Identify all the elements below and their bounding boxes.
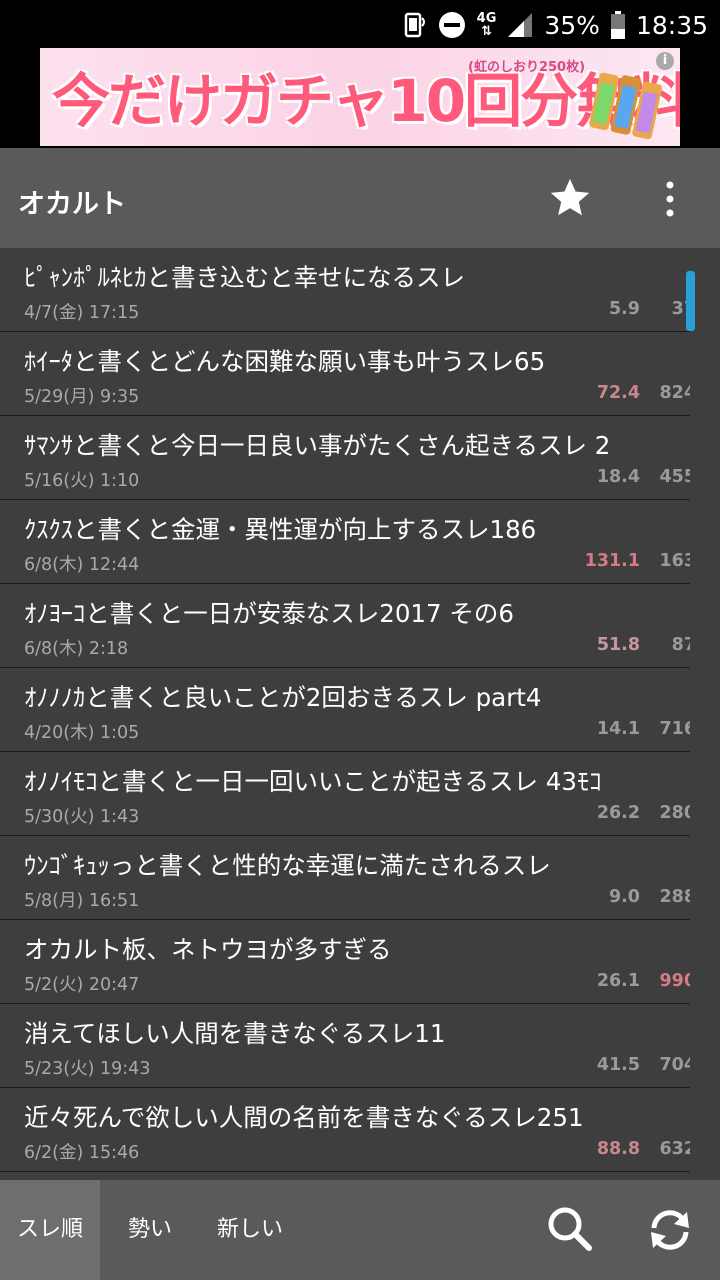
- thread-response-count: 990: [659, 971, 690, 991]
- thread-date: 5/29(月) 9:35: [24, 387, 140, 407]
- battery-icon: [610, 10, 626, 40]
- thread-date: 4/20(木) 1:05: [24, 723, 140, 743]
- thread-title: ｳﾝｺﾞｷｭｯっと書くと性的な幸運に満たされるスレ: [24, 851, 551, 880]
- thread-date: 5/23(火) 19:43: [24, 1059, 151, 1079]
- thread-row[interactable]: ｵﾉﾖｰｺと書くと一日が安泰なスレ2017 その6 6/8(木) 2:18 51.8…: [0, 584, 690, 668]
- ad-info-icon[interactable]: i: [656, 52, 674, 70]
- thread-date: 4/7(金) 17:15: [24, 303, 140, 323]
- thread-row[interactable]: 近々死んで欲しい人間の名前を書きなぐるスレ251 6/2(金) 15:46 88.8…: [0, 1088, 690, 1172]
- ad-subtext: (虹のしおり250枚): [468, 60, 586, 75]
- thread-title: ﾎｲｰﾀと書くとどんな困難な願い事も叶うスレ65: [24, 347, 546, 376]
- thread-row[interactable]: ﾋﾟｬﾝﾎﾟﾙﾈﾋｶと書き込むと幸せになるスレ 4/7(金) 17:15 5.9 37: [0, 248, 690, 332]
- app-toolbar: オカルト: [0, 148, 720, 248]
- thread-date: 6/2(金) 15:46: [24, 1143, 140, 1163]
- tab-label: スレ順: [16, 1217, 83, 1242]
- ticket-icon: [586, 64, 666, 142]
- thread-date: 5/2(火) 20:47: [24, 975, 140, 995]
- phone-vibrate-icon: [401, 10, 427, 40]
- thread-row[interactable]: ｵﾉﾉｲﾓｺと書くと一日一回いいことが起きるスレ 43ﾓｺ 5/30(火) 1:4…: [0, 752, 690, 836]
- signal-icon: [506, 11, 534, 39]
- thread-response-count: 824: [659, 383, 690, 403]
- thread-list[interactable]: ﾋﾟｬﾝﾎﾟﾙﾈﾋｶと書き込むと幸せになるスレ 4/7(金) 17:15 5.9 37…: [0, 248, 690, 1180]
- thread-response-count: 632: [659, 1139, 690, 1159]
- thread-speed: 5.9: [608, 299, 640, 319]
- tab-thread-order[interactable]: スレ順: [0, 1180, 100, 1280]
- thread-response-count: 704: [659, 1055, 690, 1075]
- thread-response-count: 163: [659, 551, 690, 571]
- thread-response-count: 288: [659, 887, 690, 907]
- refresh-icon[interactable]: [646, 1206, 694, 1258]
- thread-title: ｵﾉﾉﾉｶと書くと良いことが2回おきるスレ part4: [24, 683, 542, 712]
- thread-date: 5/30(火) 1:43: [24, 807, 140, 827]
- search-icon[interactable]: [545, 1204, 595, 1258]
- thread-response-count: 87: [671, 635, 690, 655]
- status-bar: 4G ⇅ 35% 18:35: [0, 0, 720, 48]
- thread-response-count: 37: [671, 299, 690, 319]
- board-title: オカルト: [18, 189, 126, 220]
- tab-label: 勢い: [127, 1217, 172, 1242]
- bottom-bar: スレ順 勢い 新しい: [0, 1180, 720, 1280]
- thread-speed: 26.1: [596, 971, 640, 991]
- thread-row[interactable]: ｻﾏﾝｻと書くと今日一日良い事がたくさん起きるスレ 2 5/16(火) 1:10 1…: [0, 416, 690, 500]
- thread-row[interactable]: 消えてほしい人間を書きなぐるスレ11 5/23(火) 19:43 41.5 704: [0, 1004, 690, 1088]
- thread-row[interactable]: ｳﾝｺﾞｷｭｯっと書くと性的な幸運に満たされるスレ 5/8(月) 16:51 9.0…: [0, 836, 690, 920]
- clock: 18:35: [635, 10, 708, 40]
- thread-response-count: 280: [659, 803, 690, 823]
- thread-date: 6/8(木) 12:44: [24, 555, 140, 575]
- thread-response-count: 716: [659, 719, 690, 739]
- thread-response-count: 455: [659, 467, 690, 487]
- thread-date: 5/16(火) 1:10: [24, 471, 140, 491]
- tab-new[interactable]: 新しい: [204, 1180, 296, 1280]
- thread-speed: 72.4: [596, 383, 640, 403]
- thread-speed: 88.8: [596, 1139, 640, 1159]
- thread-title: ｸｽｸｽと書くと金運・異性運が向上するスレ186: [24, 515, 537, 544]
- thread-row[interactable]: ｵﾉﾉﾉｶと書くと良いことが2回おきるスレ part4 4/20(木) 1:05 1…: [0, 668, 690, 752]
- ad-banner[interactable]: 今だけガチャ10回分無料! (虹のしおり250枚) i: [40, 48, 680, 146]
- scroll-track: [690, 248, 720, 1180]
- scrollbar-thumb[interactable]: [686, 271, 695, 331]
- thread-title: ﾋﾟｬﾝﾎﾟﾙﾈﾋｶと書き込むと幸せになるスレ: [24, 263, 465, 292]
- ad-area: 今だけガチャ10回分無料! (虹のしおり250枚) i: [0, 48, 720, 148]
- thread-title: ｵﾉﾉｲﾓｺと書くと一日一回いいことが起きるスレ 43ﾓｺ: [24, 767, 602, 796]
- thread-row[interactable]: オカルト板、ネトウヨが多すぎる 5/2(火) 20:47 26.1 990: [0, 920, 690, 1004]
- thread-speed: 51.8: [596, 635, 640, 655]
- tab-label: 新しい: [216, 1217, 283, 1242]
- thread-row[interactable]: ｸｽｸｽと書くと金運・異性運が向上するスレ186 6/8(木) 12:44 131.…: [0, 500, 690, 584]
- thread-title: 消えてほしい人間を書きなぐるスレ11: [24, 1019, 446, 1048]
- thread-title: ｵﾉﾖｰｺと書くと一日が安泰なスレ2017 その6: [24, 599, 514, 628]
- thread-title: 近々死んで欲しい人間の名前を書きなぐるスレ251: [24, 1103, 584, 1132]
- thread-speed: 41.5: [596, 1055, 640, 1075]
- thread-speed: 131.1: [584, 551, 640, 571]
- star-icon[interactable]: [547, 175, 593, 225]
- thread-title: オカルト板、ネトウヨが多すぎる: [24, 935, 392, 964]
- thread-speed: 18.4: [596, 467, 640, 487]
- do-not-disturb-icon: [437, 10, 467, 40]
- network-type-label: 4G: [476, 11, 497, 26]
- network-4g-icon: 4G ⇅: [476, 11, 497, 39]
- thread-speed: 14.1: [596, 719, 640, 739]
- more-vert-icon[interactable]: [655, 178, 685, 224]
- thread-speed: 26.2: [596, 803, 640, 823]
- thread-date: 6/8(木) 2:18: [24, 639, 129, 659]
- thread-title: ｻﾏﾝｻと書くと今日一日良い事がたくさん起きるスレ 2: [24, 431, 611, 460]
- status-icons: 4G ⇅ 35% 18:35: [401, 8, 708, 42]
- thread-date: 5/8(月) 16:51: [24, 891, 140, 911]
- thread-speed: 9.0: [608, 887, 640, 907]
- tab-momentum[interactable]: 勢い: [104, 1180, 196, 1280]
- battery-percent: 35%: [544, 10, 600, 40]
- thread-row[interactable]: ﾎｲｰﾀと書くとどんな困難な願い事も叶うスレ65 5/29(月) 9:35 72.4…: [0, 332, 690, 416]
